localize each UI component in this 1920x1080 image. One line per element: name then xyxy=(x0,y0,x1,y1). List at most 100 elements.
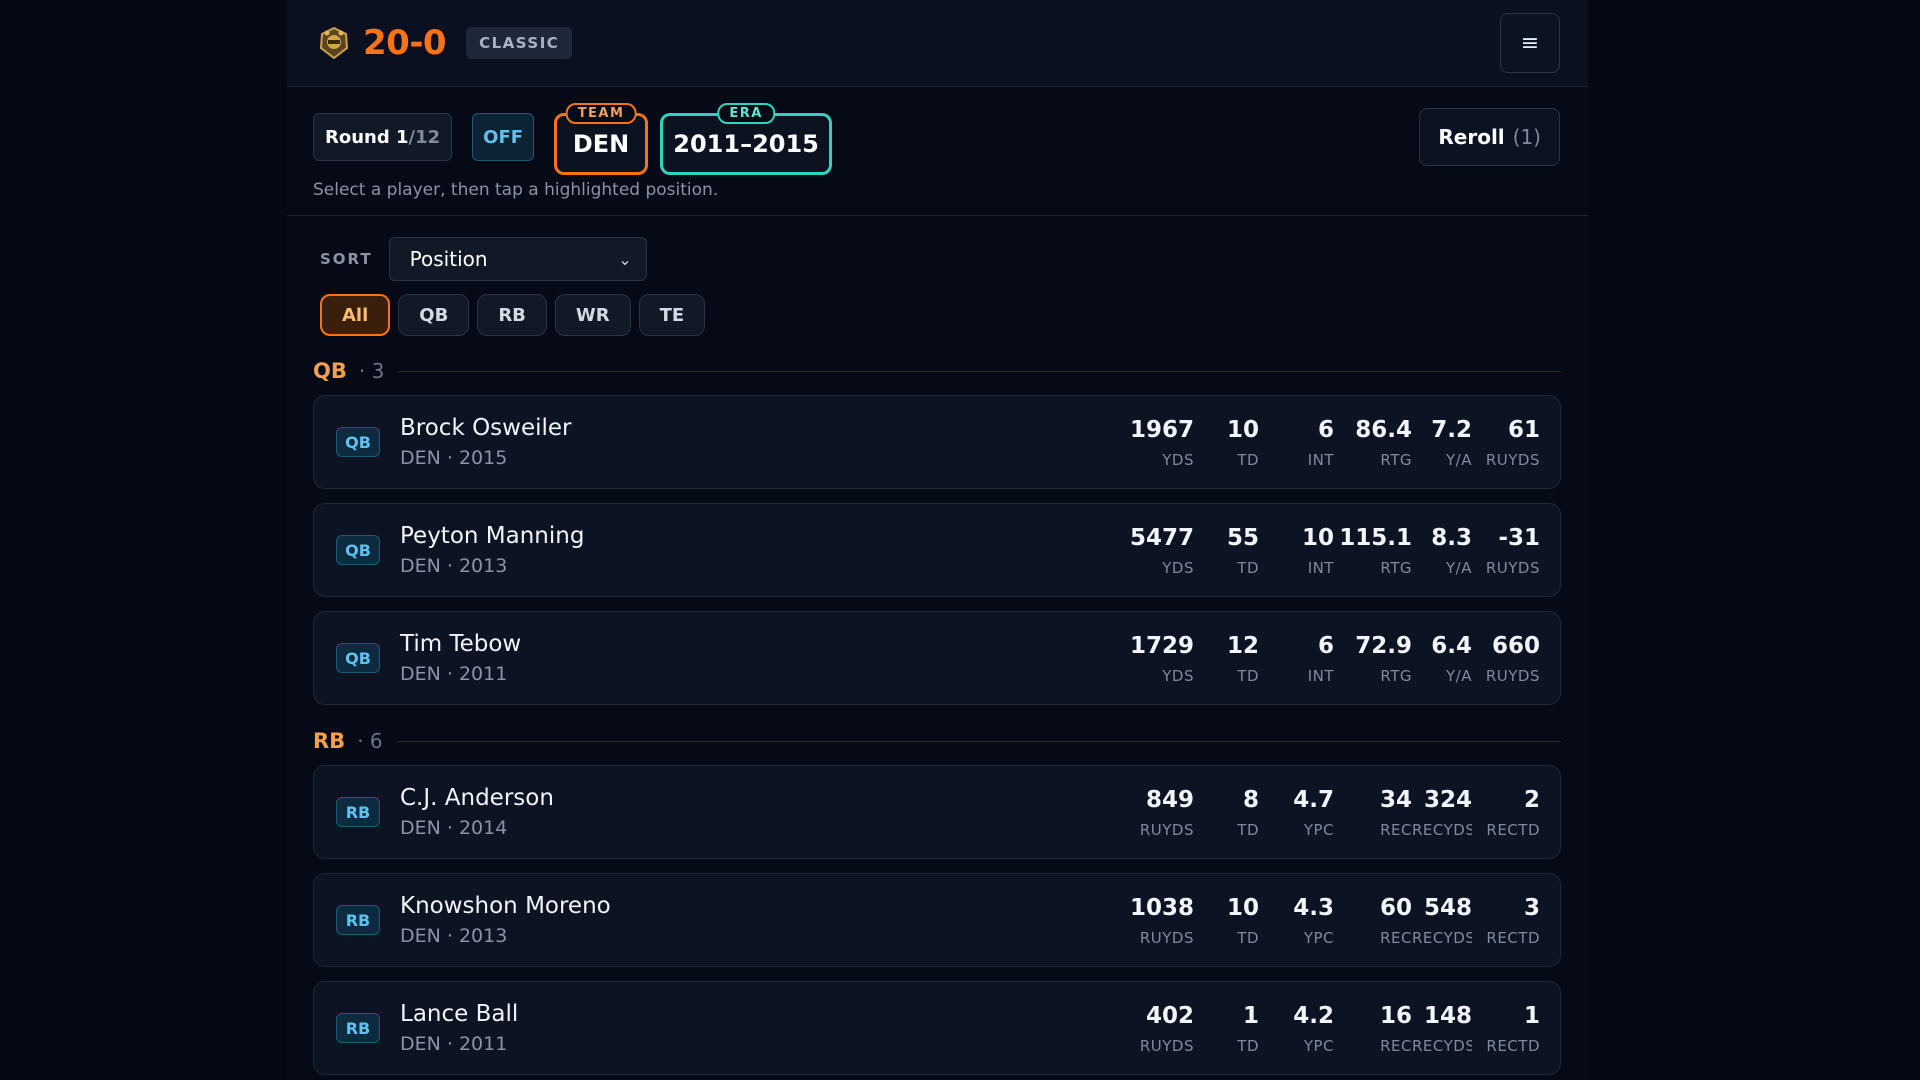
stat-value: 5477 xyxy=(1129,525,1194,551)
player-card[interactable]: QB Peyton Manning DEN · 2013 5477 YDS 55 T… xyxy=(313,503,1561,597)
player-stats: 402 RUYDS 1 TD 4.2 YPC 16 REC 148 RECYDS 1 REC… xyxy=(1116,1003,1540,1055)
stat-label: YPC xyxy=(1303,821,1334,839)
section-divider xyxy=(398,370,1561,372)
position-badge: QB xyxy=(336,643,380,673)
position-badge: RB xyxy=(336,797,380,827)
stat-value: 4.3 xyxy=(1293,895,1334,921)
stat-label: TD xyxy=(1237,929,1259,947)
list-controls: SORT Position ⌄ All QB RB WR TE xyxy=(320,237,1560,336)
player-name: Peyton Manning xyxy=(400,523,585,549)
player-stats: 1967 YDS 10 TD 6 INT 86.4 RTG 7.2 Y/A 61 RUYDS xyxy=(1116,417,1540,469)
stat-value: -31 xyxy=(1498,525,1540,551)
filter-wr[interactable]: WR xyxy=(554,294,631,336)
stat-value: 548 xyxy=(1423,895,1472,921)
stat-value: 8.3 xyxy=(1431,525,1472,551)
stat-label: REC xyxy=(1380,821,1412,839)
stat-value: 16 xyxy=(1379,1003,1412,1029)
stat-label: Y/A xyxy=(1446,559,1472,577)
stat-label: RUYDS xyxy=(1485,559,1540,577)
menu-button[interactable]: ≡ xyxy=(1500,13,1560,73)
stat-value: 34 xyxy=(1379,787,1412,813)
stat-label: TD xyxy=(1237,559,1259,577)
stat-label: REC xyxy=(1380,1037,1412,1055)
stat-label: RTG xyxy=(1380,451,1412,469)
stat-value: 61 xyxy=(1507,417,1540,443)
score: 20-0 xyxy=(363,23,447,63)
player-card[interactable]: QB Tim Tebow DEN · 2011 1729 YDS 12 TD 6 IN… xyxy=(313,611,1561,705)
player-name: Lance Ball xyxy=(400,1001,519,1027)
team-value: DEN xyxy=(572,130,630,158)
instruction-hint: Select a player, then tap a highlighted … xyxy=(313,180,719,200)
stat-value: 4.7 xyxy=(1293,787,1334,813)
sort-select[interactable]: Position ⌄ xyxy=(388,237,647,281)
filter-rb[interactable]: RB xyxy=(477,294,547,336)
stat-value: 10 xyxy=(1226,417,1259,443)
stat-label: INT xyxy=(1307,559,1334,577)
stat-label: YDS xyxy=(1162,451,1194,469)
player-name: C.J. Anderson xyxy=(400,785,554,811)
stat-value: 6 xyxy=(1317,633,1334,659)
stat-label: RECTD xyxy=(1486,1037,1540,1055)
stat-label: INT xyxy=(1307,667,1334,685)
stat-value: 1967 xyxy=(1129,417,1194,443)
stat-label: RUYDS xyxy=(1139,821,1194,839)
stat-label: YDS xyxy=(1162,559,1194,577)
stat-value: 8 xyxy=(1242,787,1259,813)
section-position: RB xyxy=(313,729,346,753)
stat-value: 6 xyxy=(1317,417,1334,443)
filter-all[interactable]: All xyxy=(320,294,391,336)
player-card[interactable]: RB Knowshon Moreno DEN · 2013 1038 RUYDS … xyxy=(313,873,1561,967)
section-divider xyxy=(396,740,1561,742)
section-header-qb: QB · 3 xyxy=(313,355,1561,387)
filter-te[interactable]: TE xyxy=(638,294,706,336)
side-toggle[interactable]: OFF xyxy=(472,113,535,161)
era-tag-label: ERA xyxy=(717,103,775,124)
player-stats: 1729 YDS 12 TD 6 INT 72.9 RTG 6.4 Y/A 660 RUYD… xyxy=(1116,633,1540,685)
stat-value: 660 xyxy=(1491,633,1540,659)
team-tag-label: TEAM xyxy=(565,103,637,124)
section-position: QB xyxy=(313,359,347,383)
player-list: QB · 3 QB Brock Osweiler DEN · 2015 1967… xyxy=(313,355,1561,1080)
stat-label: RECYDS xyxy=(1412,929,1472,947)
sort-label: SORT xyxy=(320,250,373,268)
round-label: Round 1 xyxy=(325,126,409,148)
section-header-rb: RB · 6 xyxy=(313,725,1561,757)
stat-label: RUYDS xyxy=(1139,1037,1194,1055)
player-card[interactable]: QB Brock Osweiler DEN · 2015 1967 YDS 10 T… xyxy=(313,395,1561,489)
player-card[interactable]: RB Lance Ball DEN · 2011 402 RUYDS 1 TD 4.… xyxy=(313,981,1561,1075)
stat-value: 10 xyxy=(1301,525,1334,551)
stat-value: 72.9 xyxy=(1355,633,1412,659)
app-container: 20-0 CLASSIC ≡ Round 1/12 OFF TEAM DEN E… xyxy=(287,0,1588,1080)
stat-value: 7.2 xyxy=(1431,417,1472,443)
section-count: · 3 xyxy=(358,359,385,383)
stat-label: RTG xyxy=(1380,667,1412,685)
stat-value: 1 xyxy=(1242,1003,1259,1029)
hamburger-icon: ≡ xyxy=(1520,30,1540,56)
stat-value: 1 xyxy=(1523,1003,1540,1029)
player-stats: 1038 RUYDS 10 TD 4.3 YPC 60 REC 548 RECYDS 3 R… xyxy=(1116,895,1540,947)
chevron-down-icon: ⌄ xyxy=(618,249,632,269)
era-value: 2011–2015 xyxy=(673,130,819,158)
stat-value: 6.4 xyxy=(1431,633,1472,659)
position-badge: QB xyxy=(336,427,380,457)
player-stats: 5477 YDS 55 TD 10 INT 115.1 RTG 8.3 Y/A -31 RU… xyxy=(1116,525,1540,577)
filter-qb[interactable]: QB xyxy=(398,294,470,336)
player-team-year: DEN · 2013 xyxy=(400,925,508,947)
position-filters: All QB RB WR TE xyxy=(320,294,1560,336)
section-count: · 6 xyxy=(357,729,383,753)
trophy-icon xyxy=(319,26,349,60)
stat-label: TD xyxy=(1237,451,1259,469)
stat-label: RECYDS xyxy=(1412,821,1472,839)
sort-value: Position xyxy=(409,247,488,271)
player-team-year: DEN · 2011 xyxy=(400,663,508,685)
stat-value: 60 xyxy=(1379,895,1412,921)
stat-label: RUYDS xyxy=(1485,667,1540,685)
stat-value: 1038 xyxy=(1129,895,1194,921)
mode-badge: CLASSIC xyxy=(466,27,573,59)
stat-value: 4.2 xyxy=(1293,1003,1334,1029)
player-team-year: DEN · 2014 xyxy=(400,817,508,839)
reroll-button[interactable]: Reroll (1) xyxy=(1419,108,1560,166)
stat-label: TD xyxy=(1237,821,1259,839)
stat-label: RECTD xyxy=(1486,929,1540,947)
player-card[interactable]: RB C.J. Anderson DEN · 2014 849 RUYDS 8 TD… xyxy=(313,765,1561,859)
